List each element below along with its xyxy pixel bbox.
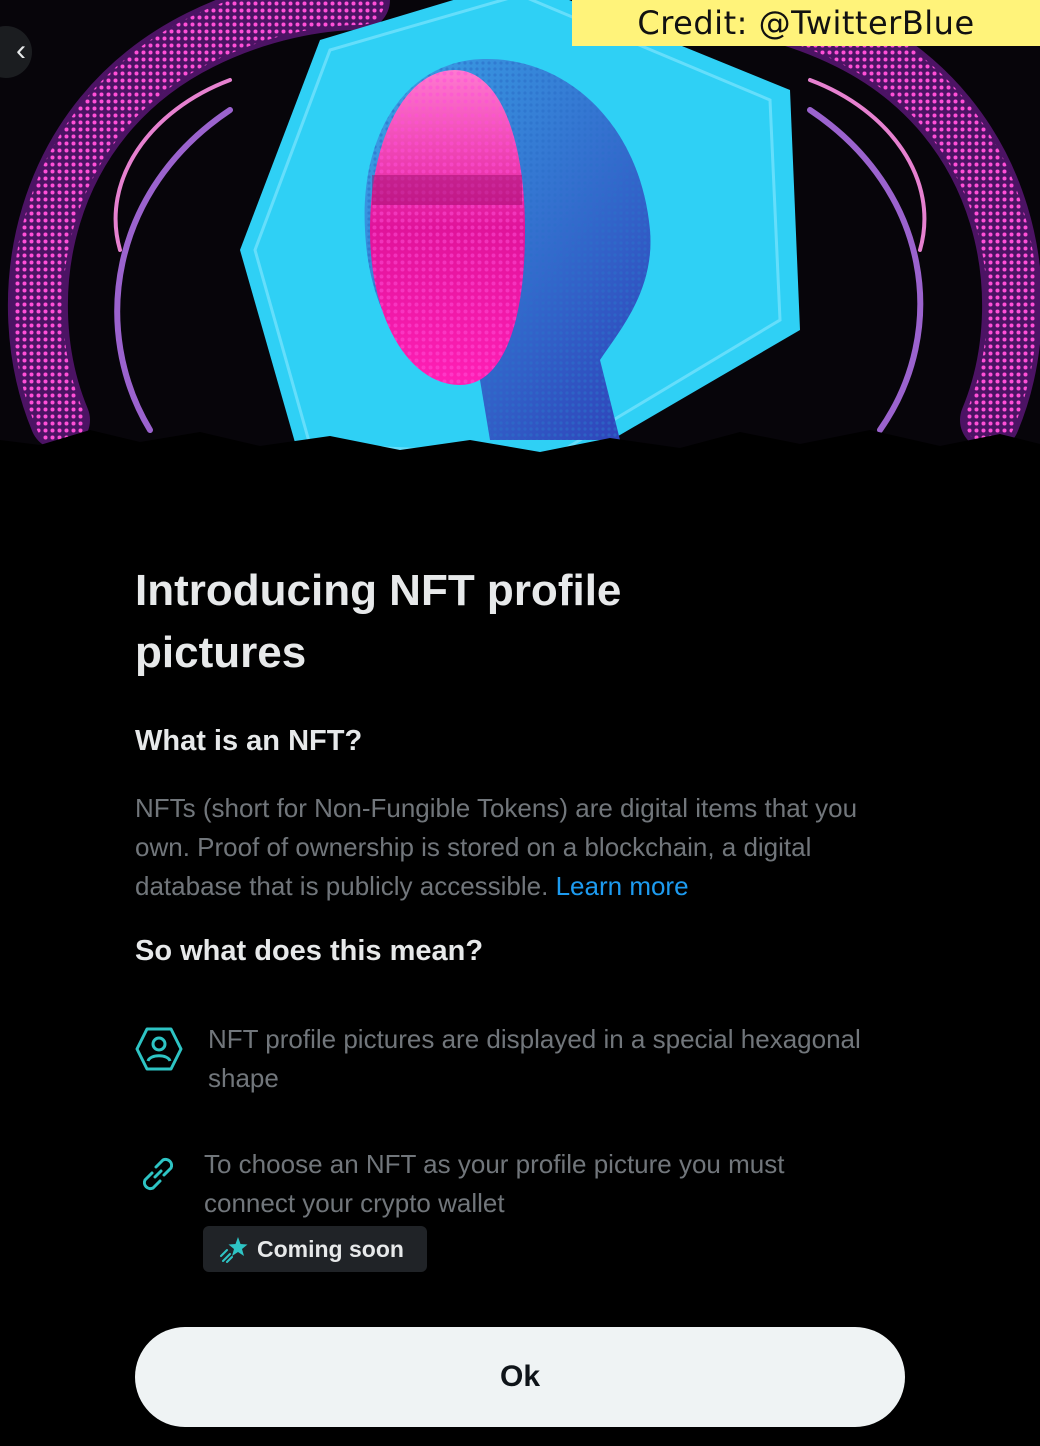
section-heading-what-is-nft: What is an NFT?: [135, 725, 363, 757]
learn-more-link[interactable]: Learn more: [556, 871, 689, 901]
hexagon-profile-icon: [135, 1026, 183, 1077]
sparkle-star-icon: [220, 1237, 248, 1263]
chevron-left-icon: ‹: [16, 34, 26, 67]
credit-banner: Credit: @TwitterBlue: [572, 0, 1040, 46]
link-icon: [135, 1151, 181, 1202]
modal-content: Introducing NFT profile pictures What is…: [135, 560, 915, 1272]
ok-button[interactable]: Ok: [135, 1327, 905, 1427]
nft-description-text: NFTs (short for Non-Fungible Tokens) are…: [135, 793, 858, 901]
modal-title: Introducing NFT profile pictures: [135, 566, 622, 677]
feature-item-hexagon: NFT profile pictures are displayed in a …: [135, 1020, 875, 1100]
feature-text-hexagon: NFT profile pictures are displayed in a …: [208, 1024, 861, 1093]
coming-soon-badge: Coming soon: [203, 1226, 427, 1272]
section-heading-meaning: So what does this mean?: [135, 935, 484, 967]
hero-illustration: [0, 0, 1040, 470]
nft-hero-artwork: [0, 0, 1040, 470]
coming-soon-label: Coming soon: [257, 1236, 404, 1262]
feature-text-wallet: To choose an NFT as your profile picture…: [204, 1149, 785, 1218]
nft-description: NFTs (short for Non-Fungible Tokens) are…: [135, 789, 905, 906]
